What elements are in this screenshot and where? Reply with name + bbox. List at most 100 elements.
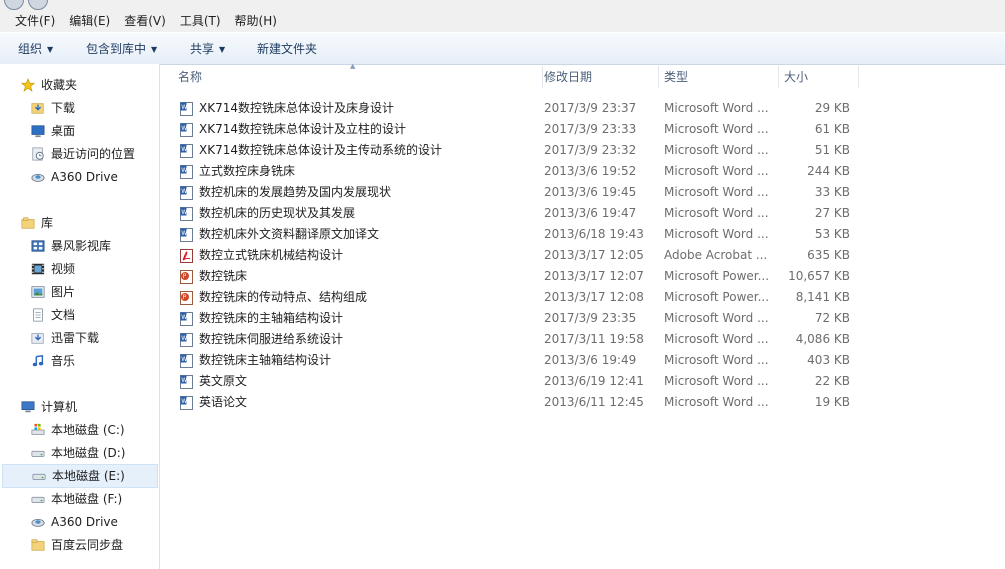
word-doc-icon: W: [180, 123, 193, 137]
file-row[interactable]: W XK714数控铣床总体设计及床身设计 2017/3/9 23:37 Micr…: [176, 98, 866, 119]
file-size: 10,657 KB: [788, 269, 850, 283]
file-type: Microsoft Word ...: [664, 332, 769, 346]
file-name: 数控立式铣床机械结构设计: [199, 248, 344, 262]
svg-text:W: W: [181, 356, 187, 363]
nav-item-pictures[interactable]: 图片: [30, 281, 155, 303]
nav-computer-label: 计算机: [41, 400, 78, 414]
file-row[interactable]: W 数控铣床主轴箱结构设计 2013/3/6 19:49 Microsoft W…: [176, 350, 866, 371]
word-doc-icon: W: [180, 165, 193, 179]
nav-item-music[interactable]: 音乐: [30, 350, 155, 372]
file-type: Microsoft Word ...: [664, 227, 769, 241]
file-size: 72 KB: [814, 311, 850, 325]
file-size: 635 KB: [807, 248, 850, 262]
nav-item-drive-d[interactable]: 本地磁盘 (D:): [30, 442, 155, 464]
column-header-size[interactable]: 大小: [778, 66, 859, 88]
file-row[interactable]: 数控立式铣床机械结构设计 2013/3/17 12:05 Adobe Acrob…: [176, 245, 866, 266]
svg-text:W: W: [181, 335, 187, 342]
svg-text:W: W: [181, 209, 187, 216]
file-name: 数控铣床主轴箱结构设计: [199, 353, 332, 367]
nav-item-a360-drive[interactable]: A360 Drive: [30, 166, 155, 188]
svg-text:W: W: [181, 146, 187, 153]
file-row[interactable]: W XK714数控铣床总体设计及主传动系统的设计 2017/3/9 23:32 …: [176, 140, 866, 161]
word-doc-icon: W: [180, 186, 193, 200]
file-name: 数控机床的历史现状及其发展: [199, 206, 356, 220]
share-button[interactable]: 共享 ▼: [190, 41, 225, 58]
file-size: 4,086 KB: [795, 332, 850, 346]
menu-edit[interactable]: 编辑(E): [62, 12, 117, 30]
file-row[interactable]: W 数控机床外文资料翻译原文加译文 2013/6/18 19:43 Micros…: [176, 224, 866, 245]
nav-item-baofeng-library[interactable]: 暴风影视库: [30, 235, 155, 257]
nav-item-videos[interactable]: 视频: [30, 258, 155, 280]
include-in-library-button[interactable]: 包含到库中 ▼: [86, 41, 157, 58]
menu-file[interactable]: 文件(F): [8, 12, 62, 30]
nav-item-baidu-sync[interactable]: 百度云同步盘: [30, 534, 155, 556]
file-date: 2017/3/9 23:35: [544, 311, 637, 325]
menu-help[interactable]: 帮助(H): [228, 12, 284, 30]
nav-item-label: 本地磁盘 (D:): [51, 446, 126, 460]
file-row[interactable]: P 数控铣床的传动特点、结构组成 2013/3/17 12:08 Microso…: [176, 287, 866, 308]
file-row[interactable]: P 数控铣床 2013/3/17 12:07 Microsoft Power..…: [176, 266, 866, 287]
column-header-date[interactable]: 修改日期: [538, 66, 659, 88]
nav-item-recent-places[interactable]: 最近访问的位置: [30, 143, 155, 165]
pictures-icon: [31, 286, 45, 298]
file-date: 2017/3/9 23:37: [544, 101, 637, 115]
star-icon: [20, 78, 36, 92]
file-row[interactable]: W XK714数控铣床总体设计及立柱的设计 2017/3/9 23:33 Mic…: [176, 119, 866, 140]
file-row[interactable]: W 数控铣床的主轴箱结构设计 2017/3/9 23:35 Microsoft …: [176, 308, 866, 329]
file-row[interactable]: W 数控机床的发展趋势及国内发展现状 2013/3/6 19:45 Micros…: [176, 182, 866, 203]
nav-libraries[interactable]: 库: [20, 212, 150, 234]
nav-item-label: 图片: [51, 285, 76, 299]
column-header-name[interactable]: 名称: [172, 66, 543, 88]
nav-item-label: 本地磁盘 (F:): [51, 492, 123, 506]
word-doc-icon: W: [180, 333, 193, 347]
file-row[interactable]: W 数控机床的历史现状及其发展 2013/3/6 19:47 Microsoft…: [176, 203, 866, 224]
video-library-icon: [31, 240, 45, 252]
file-type: Microsoft Word ...: [664, 101, 769, 115]
a360-drive-icon: [31, 518, 45, 527]
file-type: Adobe Acrobat ...: [664, 248, 768, 262]
nav-item-drive-c[interactable]: 本地磁盘 (C:): [30, 419, 155, 441]
file-size: 51 KB: [814, 143, 850, 157]
file-date: 2013/3/6 19:47: [544, 206, 637, 220]
organize-button[interactable]: 组织 ▼: [18, 41, 53, 58]
nav-item-label: 下载: [51, 101, 76, 115]
nav-computer[interactable]: 计算机: [20, 396, 150, 418]
nav-item-drive-f[interactable]: 本地磁盘 (F:): [30, 488, 155, 510]
word-doc-icon: W: [180, 312, 193, 326]
nav-item-a360-drive-computer[interactable]: A360 Drive: [30, 511, 155, 533]
file-date: 2017/3/11 19:58: [544, 332, 644, 346]
column-header-type[interactable]: 类型: [658, 66, 779, 88]
menu-view[interactable]: 查看(V): [117, 12, 173, 30]
forward-button[interactable]: [28, 0, 48, 10]
svg-text:W: W: [181, 125, 187, 132]
file-size: 8,141 KB: [795, 290, 850, 304]
nav-item-downloads[interactable]: 下载: [30, 97, 155, 119]
file-type: Microsoft Word ...: [664, 395, 769, 409]
music-note-icon: [32, 354, 44, 367]
file-row[interactable]: W 英语论文 2013/6/11 12:45 Microsoft Word ..…: [176, 392, 866, 413]
file-name: XK714数控铣床总体设计及立柱的设计: [199, 122, 406, 136]
file-row[interactable]: W 立式数控床身铣床 2013/3/6 19:52 Microsoft Word…: [176, 161, 866, 182]
menu-tools[interactable]: 工具(T): [173, 12, 228, 30]
new-folder-button[interactable]: 新建文件夹: [257, 41, 317, 57]
nav-item-drive-e[interactable]: 本地磁盘 (E:): [2, 464, 158, 488]
nav-favorites[interactable]: 收藏夹: [20, 74, 150, 96]
nav-item-documents[interactable]: 文档: [30, 304, 155, 326]
file-name: 数控铣床伺服进给系统设计: [199, 332, 344, 346]
nav-item-desktop[interactable]: 桌面: [30, 120, 155, 142]
navigation-pane: 收藏夹 下载 桌面 最近访问的位置 A360 Drive 库 暴风影视库 视频 …: [0, 64, 160, 569]
back-button[interactable]: [4, 0, 24, 10]
svg-text:W: W: [181, 314, 187, 321]
svg-text:W: W: [181, 167, 187, 174]
hard-drive-icon: [31, 450, 45, 457]
nav-item-xunlei-downloads[interactable]: 迅雷下载: [30, 327, 155, 349]
file-date: 2017/3/9 23:33: [544, 122, 637, 136]
file-date: 2017/3/9 23:32: [544, 143, 637, 157]
file-row[interactable]: W 数控铣床伺服进给系统设计 2017/3/11 19:58 Microsoft…: [176, 329, 866, 350]
file-row[interactable]: W 英文原文 2013/6/19 12:41 Microsoft Word ..…: [176, 371, 866, 392]
system-drive-icon: [31, 423, 45, 435]
file-name: 英语论文: [199, 395, 248, 409]
file-name: XK714数控铣床总体设计及主传动系统的设计: [199, 143, 442, 157]
word-doc-icon: W: [180, 102, 193, 116]
svg-text:W: W: [181, 398, 187, 405]
